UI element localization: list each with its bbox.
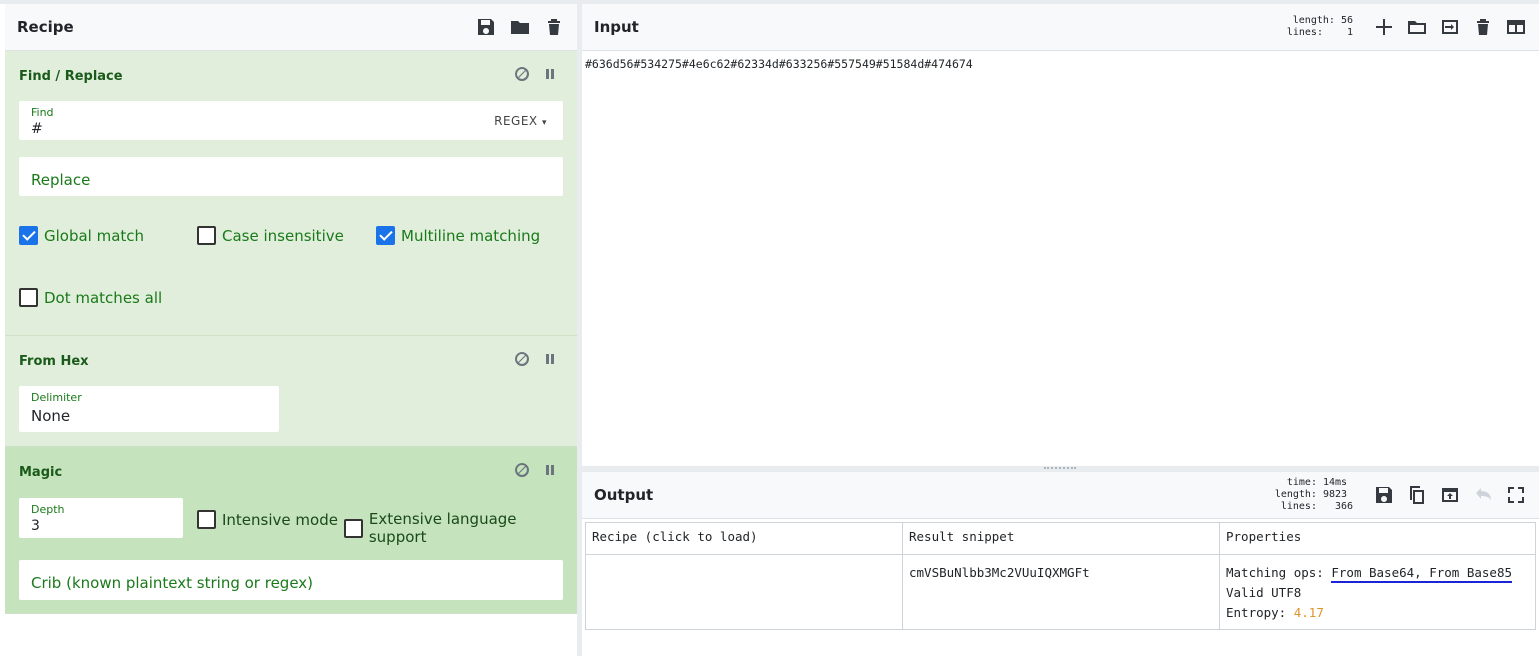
input-panel: Input length: 56 lines: 1 #636d56#534275…: [582, 4, 1539, 466]
replace-placeholder: Replace: [31, 171, 91, 189]
folder-icon: [511, 21, 529, 34]
caret-down-icon: ▾: [541, 118, 547, 128]
intensive-mode-checkbox[interactable]: Intensive mode: [197, 510, 338, 529]
layout-icon: [1507, 20, 1525, 34]
copy-icon: [1410, 486, 1424, 504]
op-magic[interactable]: Magic Depth 3 Intensive mode Extensive l…: [5, 447, 577, 614]
output-to-input-icon: [1442, 488, 1458, 502]
disable-icon[interactable]: [515, 463, 529, 477]
delimiter-label: Delimiter: [31, 391, 82, 404]
maximise-output-button[interactable]: [1505, 484, 1527, 506]
crib-field[interactable]: Crib (known plaintext string or regex): [19, 560, 563, 600]
entropy-value: 4.17: [1293, 605, 1324, 620]
multiline-checkbox[interactable]: Multiline matching: [376, 226, 540, 245]
checkbox-unchecked[interactable]: [19, 288, 38, 307]
column-header-properties: Properties: [1219, 522, 1536, 555]
global-match-checkbox[interactable]: Global match: [19, 226, 144, 245]
reset-layout-button[interactable]: [1505, 16, 1527, 38]
column-header-recipe: Recipe (click to load): [585, 522, 903, 555]
properties-cell: Matching ops: From Base64, From Base85 V…: [1219, 554, 1536, 630]
magic-results-table: Recipe (click to load) Result snippet Pr…: [585, 522, 1536, 630]
undo-icon: [1476, 488, 1491, 500]
find-mode-dropdown[interactable]: REGEX ▾: [494, 114, 547, 128]
input-arrow-icon: [1442, 20, 1458, 34]
save-icon: [1376, 487, 1392, 503]
plus-icon: [1376, 19, 1392, 35]
input-stats: length: 56 lines: 1: [1286, 15, 1353, 38]
output-stats: time: 14ms length: 9823 lines: 366: [1274, 477, 1353, 512]
output-panel: Output time: 14ms length: 9823 lines: 36…: [582, 472, 1539, 656]
folder-outline-icon: [1408, 21, 1426, 34]
replace-field[interactable]: Replace: [19, 157, 563, 196]
pause-icon[interactable]: [543, 463, 557, 477]
input-textarea[interactable]: #636d56#534275#4e6c62#62334d#633256#5575…: [585, 57, 973, 71]
clear-input-button[interactable]: [1472, 16, 1494, 38]
checkbox-unchecked[interactable]: [197, 510, 216, 529]
pause-icon[interactable]: [543, 352, 557, 366]
valid-utf8: Valid UTF8: [1226, 585, 1302, 600]
op-title-magic: Magic: [19, 465, 63, 480]
save-icon: [478, 19, 494, 35]
save-output-button[interactable]: [1373, 484, 1395, 506]
checkbox-checked[interactable]: [19, 226, 38, 245]
depth-field[interactable]: Depth 3: [19, 498, 183, 538]
trash-icon: [548, 19, 560, 35]
trash-icon: [1477, 19, 1489, 35]
pause-icon[interactable]: [543, 67, 557, 81]
snippet-cell: cmVSBuNlbb3Mc2VUuIQXMGFt: [902, 554, 1220, 630]
case-insensitive-checkbox[interactable]: Case insensitive: [197, 226, 344, 245]
disable-icon[interactable]: [515, 67, 529, 81]
disable-icon[interactable]: [515, 352, 529, 366]
clear-recipe-button[interactable]: [543, 16, 565, 38]
checkbox-unchecked[interactable]: [344, 518, 363, 538]
input-header: Input length: 56 lines: 1: [582, 4, 1539, 51]
fullscreen-icon: [1508, 487, 1524, 503]
matching-ops: From Base64, From Base85: [1331, 565, 1512, 583]
crib-placeholder: Crib (known plaintext string or regex): [31, 574, 314, 592]
recipe-panel: Recipe Find / Replace Find # REGEX ▾ Rep…: [5, 4, 577, 656]
delimiter-value[interactable]: None: [31, 407, 70, 425]
checkbox-checked[interactable]: [376, 226, 395, 245]
depth-label: Depth: [31, 503, 65, 516]
replace-input-button[interactable]: [1439, 484, 1461, 506]
open-file-button[interactable]: [1406, 16, 1428, 38]
op-title-find-replace: Find / Replace: [19, 69, 123, 84]
table-row[interactable]: cmVSBuNlbb3Mc2VUuIQXMGFt Matching ops: F…: [585, 554, 1536, 630]
depth-value[interactable]: 3: [31, 518, 40, 534]
delimiter-field[interactable]: Delimiter None: [19, 386, 279, 432]
checkbox-unchecked[interactable]: [197, 226, 216, 245]
column-header-snippet: Result snippet: [902, 522, 1220, 555]
op-find-replace[interactable]: Find / Replace Find # REGEX ▾ Replace Gl…: [5, 51, 577, 336]
input-title: Input: [594, 18, 639, 36]
op-from-hex[interactable]: From Hex Delimiter None: [5, 336, 577, 447]
open-folder-button[interactable]: [1439, 16, 1461, 38]
copy-output-button[interactable]: [1406, 484, 1428, 506]
find-input[interactable]: #: [31, 121, 43, 137]
recipe-header: Recipe: [5, 4, 577, 51]
extensive-language-checkbox[interactable]: Extensive language support: [344, 510, 577, 546]
output-title: Output: [594, 486, 654, 504]
undo-button[interactable]: [1472, 484, 1494, 506]
recipe-cell[interactable]: [585, 554, 903, 630]
output-header: Output time: 14ms length: 9823 lines: 36…: [582, 472, 1539, 519]
op-title-from-hex: From Hex: [19, 354, 89, 369]
find-label: Find: [31, 106, 54, 119]
recipe-title: Recipe: [17, 18, 74, 36]
find-field[interactable]: Find # REGEX ▾: [19, 101, 563, 140]
save-recipe-button[interactable]: [475, 16, 497, 38]
load-recipe-button[interactable]: [509, 16, 531, 38]
dot-matches-all-checkbox[interactable]: Dot matches all: [19, 288, 162, 307]
add-input-button[interactable]: [1373, 16, 1395, 38]
